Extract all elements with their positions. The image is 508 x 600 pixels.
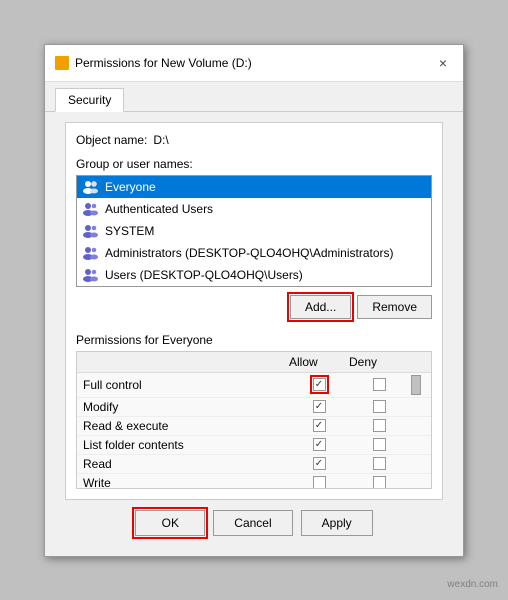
- user-name-users: Users (DESKTOP-QLO4OHQ\Users): [105, 268, 303, 282]
- header-deny: Deny: [349, 355, 409, 369]
- allow-read-cell: [289, 457, 349, 470]
- dialog-title: Permissions for New Volume (D:): [75, 56, 252, 70]
- deny-listfolder-checkbox[interactable]: [373, 438, 386, 451]
- allow-fullcontrol-cell: [289, 378, 349, 391]
- user-item-everyone[interactable]: Everyone: [77, 176, 431, 198]
- perm-name-fullcontrol: Full control: [83, 378, 289, 392]
- user-name-everyone: Everyone: [105, 180, 156, 194]
- perm-row-fullcontrol: Full control: [77, 373, 431, 398]
- ok-button[interactable]: OK: [135, 510, 205, 536]
- perm-row-readexecute: Read & execute: [77, 417, 431, 436]
- deny-readexecute-checkbox[interactable]: [373, 419, 386, 432]
- header-permission: [83, 355, 289, 369]
- dialog-footer: OK Cancel Apply: [55, 500, 453, 546]
- user-item-system[interactable]: SYSTEM: [77, 220, 431, 242]
- user-name-system: SYSTEM: [105, 224, 154, 238]
- user-group-icon-users: [83, 267, 99, 283]
- allow-write-cell: [289, 476, 349, 488]
- perm-name-write: Write: [83, 476, 289, 488]
- user-group-icon-auth: [83, 201, 99, 217]
- watermark: wexdn.com: [447, 579, 498, 590]
- deny-read-cell: [349, 457, 409, 470]
- perm-row-modify: Modify: [77, 398, 431, 417]
- close-button[interactable]: ×: [433, 53, 453, 73]
- remove-button[interactable]: Remove: [357, 295, 432, 319]
- allow-modify-cell: [289, 400, 349, 413]
- permissions-table: Allow Deny Full control: [76, 351, 432, 489]
- allow-readexecute-checkbox[interactable]: [313, 419, 326, 432]
- content-panel: Object name: D:\ Group or user names: Ev…: [65, 122, 443, 500]
- apply-button[interactable]: Apply: [301, 510, 373, 536]
- add-button[interactable]: Add...: [290, 295, 351, 319]
- user-item-administrators[interactable]: Administrators (DESKTOP-QLO4OHQ\Administ…: [77, 242, 431, 264]
- deny-readexecute-cell: [349, 419, 409, 432]
- main-content: Object name: D:\ Group or user names: Ev…: [45, 112, 463, 556]
- title-bar-left: Permissions for New Volume (D:): [55, 56, 252, 70]
- deny-write-checkbox[interactable]: [373, 476, 386, 488]
- user-list: Everyone Authenticated Users: [76, 175, 432, 287]
- object-name-label: Object name:: [76, 133, 147, 147]
- perm-name-modify: Modify: [83, 400, 289, 414]
- add-remove-row: Add... Remove: [76, 295, 432, 319]
- user-group-icon-admin: [83, 245, 99, 261]
- header-allow: Allow: [289, 355, 349, 369]
- allow-modify-checkbox[interactable]: [313, 400, 326, 413]
- tab-bar: Security: [45, 82, 463, 112]
- allow-readexecute-cell: [289, 419, 349, 432]
- deny-fullcontrol-cell: [349, 378, 409, 391]
- deny-modify-cell: [349, 400, 409, 413]
- allow-read-checkbox[interactable]: [313, 457, 326, 470]
- user-name-administrators: Administrators (DESKTOP-QLO4OHQ\Administ…: [105, 246, 394, 260]
- user-item-users[interactable]: Users (DESKTOP-QLO4OHQ\Users): [77, 264, 431, 286]
- dialog-icon: [55, 56, 69, 70]
- object-name-value: D:\: [153, 133, 168, 147]
- deny-fullcontrol-checkbox[interactable]: [373, 378, 386, 391]
- cancel-button[interactable]: Cancel: [213, 510, 292, 536]
- allow-fullcontrol-checkbox[interactable]: [313, 378, 326, 391]
- permissions-dialog: Permissions for New Volume (D:) × Securi…: [44, 44, 464, 557]
- perm-name-listfolder: List folder contents: [83, 438, 289, 452]
- group-section-label: Group or user names:: [76, 157, 432, 171]
- allow-listfolder-checkbox[interactable]: [313, 438, 326, 451]
- user-group-icon-system: [83, 223, 99, 239]
- permissions-label: Permissions for Everyone: [76, 329, 432, 351]
- user-item-authenticated[interactable]: Authenticated Users: [77, 198, 431, 220]
- scrollbar-thumb[interactable]: [411, 375, 421, 395]
- perm-row-read: Read: [77, 455, 431, 474]
- perm-name-readexecute: Read & execute: [83, 419, 289, 433]
- user-group-icon: [83, 179, 99, 195]
- perm-row-write: Write: [77, 474, 431, 488]
- allow-listfolder-cell: [289, 438, 349, 451]
- tab-security[interactable]: Security: [55, 88, 124, 112]
- deny-modify-checkbox[interactable]: [373, 400, 386, 413]
- perm-row-listfolder: List folder contents: [77, 436, 431, 455]
- object-name-row: Object name: D:\: [76, 133, 432, 147]
- perm-name-read: Read: [83, 457, 289, 471]
- user-name-authenticated: Authenticated Users: [105, 202, 213, 216]
- scrollbar-area: [409, 375, 425, 395]
- permissions-header: Allow Deny: [77, 352, 431, 373]
- title-bar: Permissions for New Volume (D:) ×: [45, 45, 463, 82]
- deny-write-cell: [349, 476, 409, 488]
- deny-read-checkbox[interactable]: [373, 457, 386, 470]
- deny-listfolder-cell: [349, 438, 409, 451]
- allow-write-checkbox[interactable]: [313, 476, 326, 488]
